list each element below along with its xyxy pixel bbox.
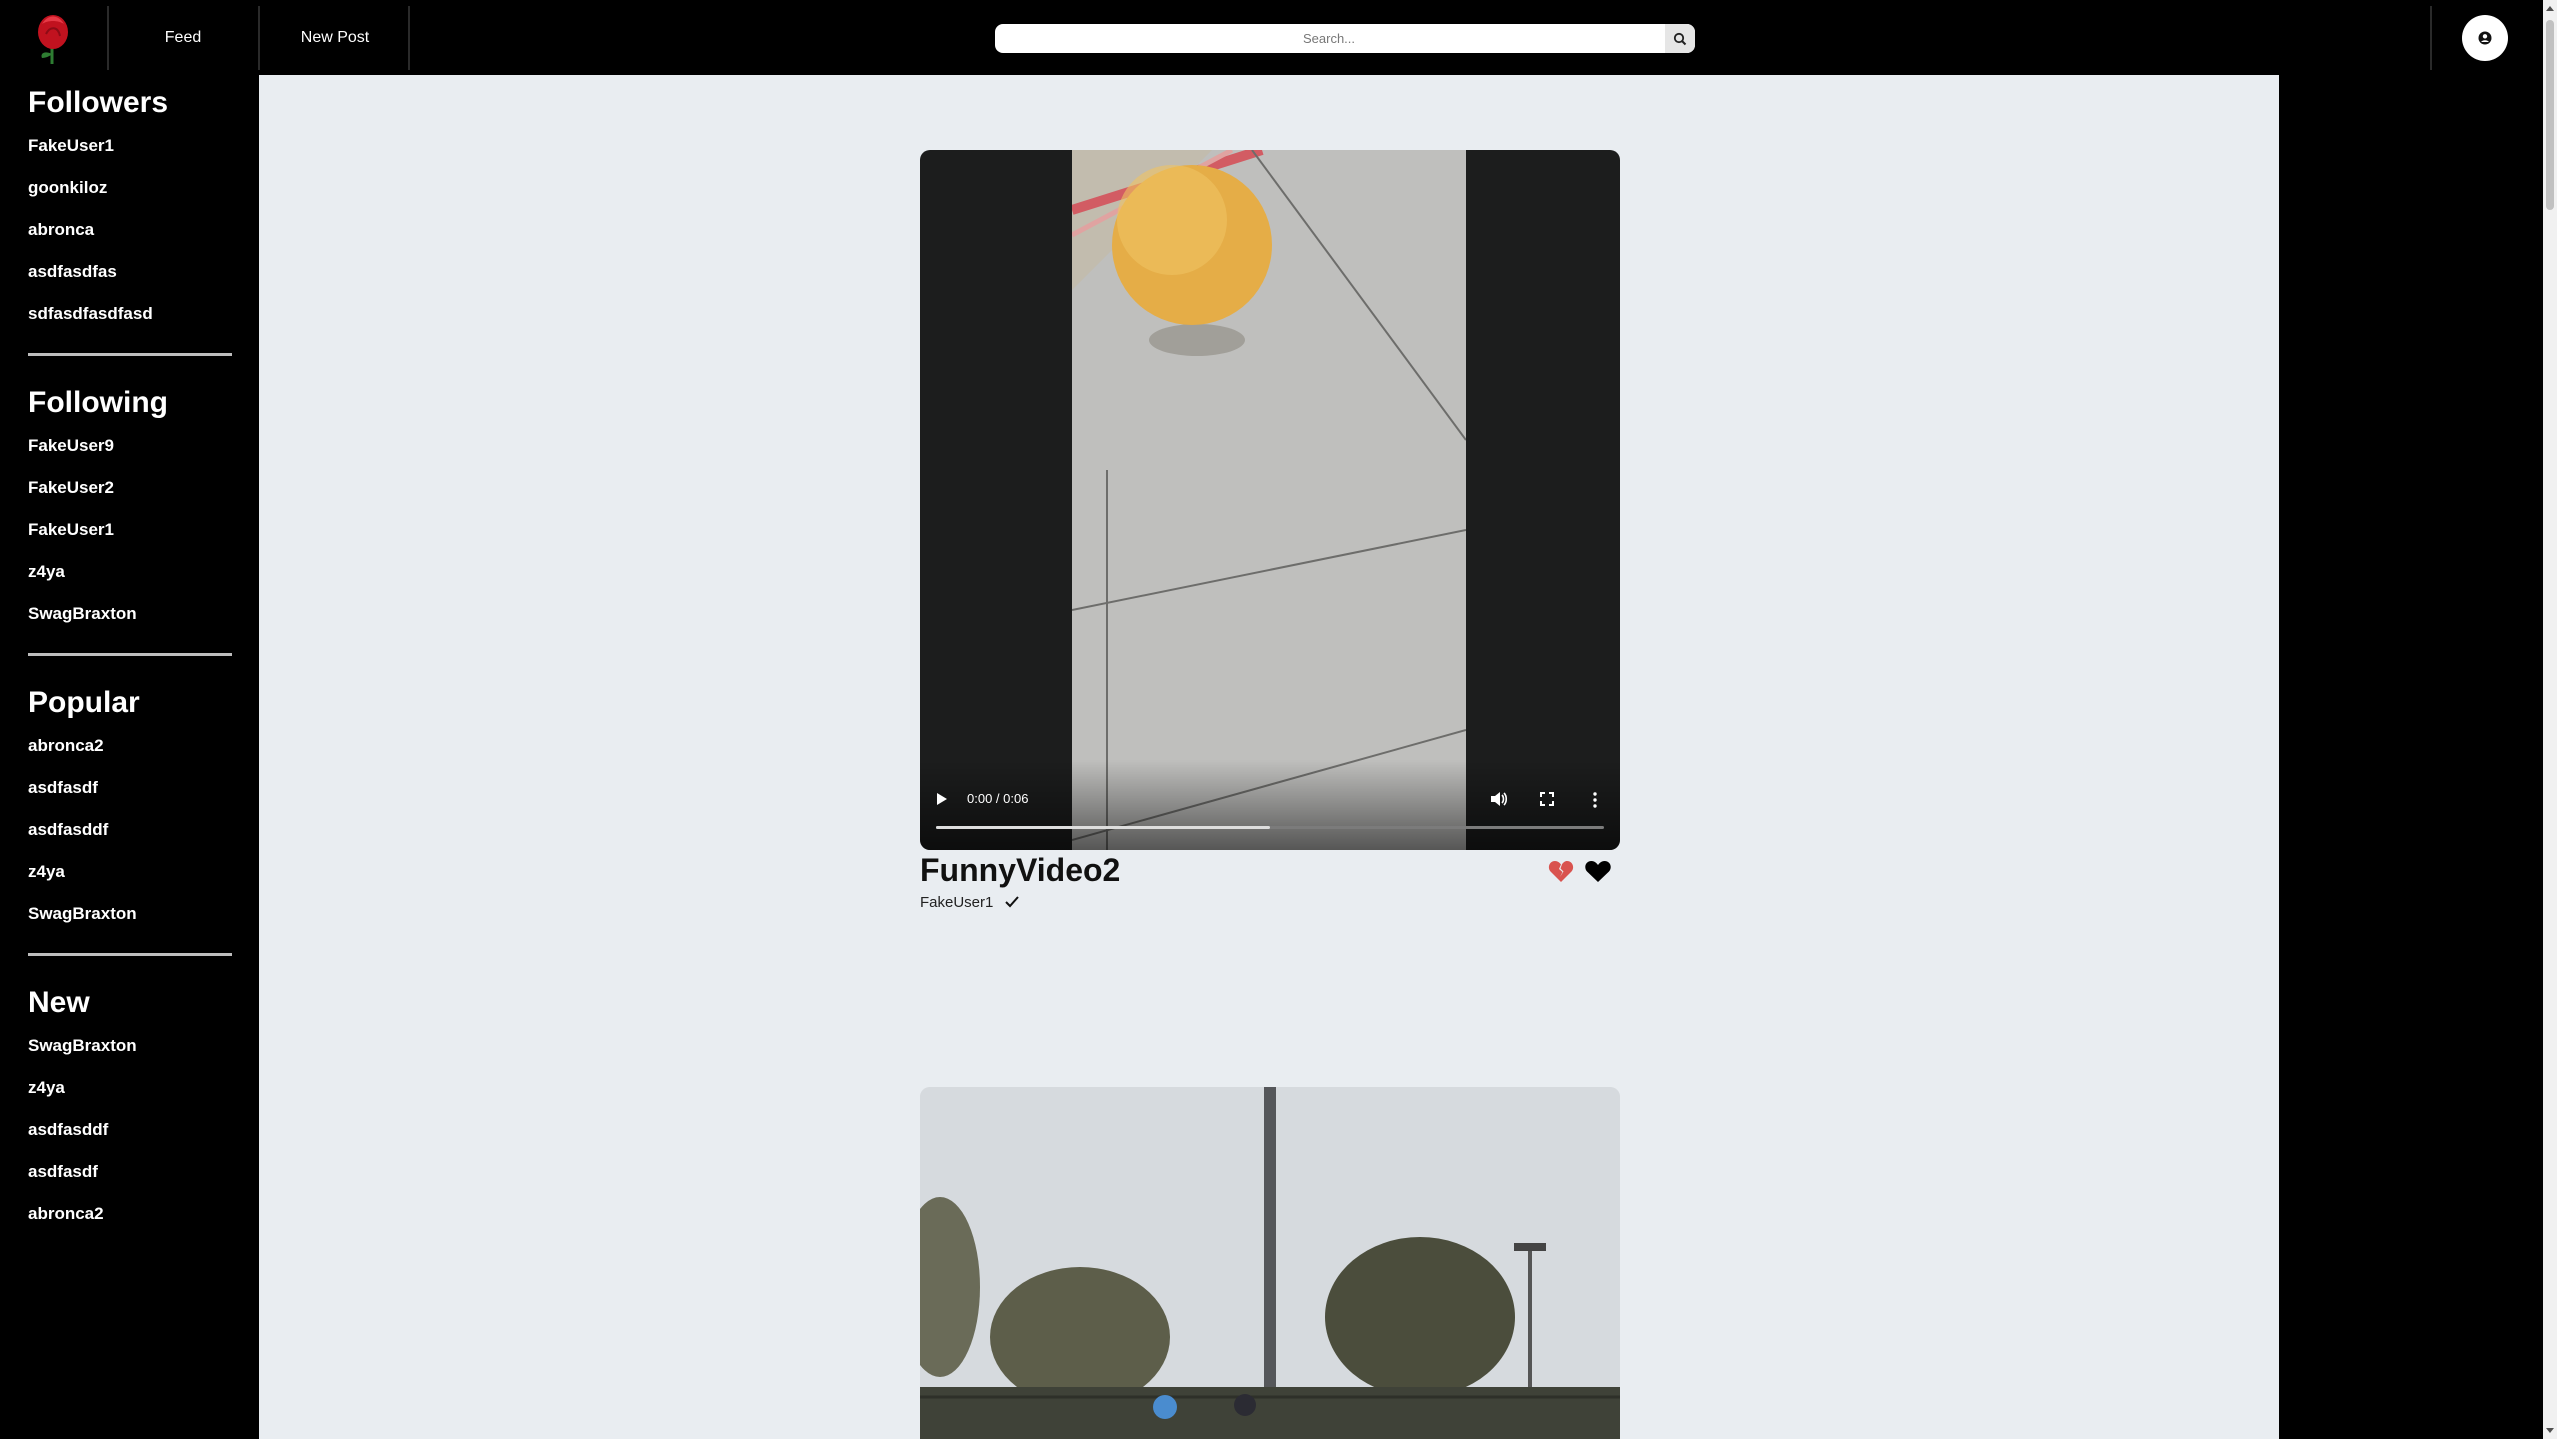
follower-item[interactable]: goonkiloz xyxy=(28,167,232,209)
section-divider xyxy=(28,953,232,956)
scroll-down-arrow-icon[interactable] xyxy=(2546,1428,2554,1433)
search-input[interactable] xyxy=(995,24,1663,53)
following-item[interactable]: FakeUser2 xyxy=(28,467,232,509)
user-circle-icon xyxy=(2478,31,2492,45)
search-button[interactable] xyxy=(1665,24,1695,53)
new-item[interactable]: abronca2 xyxy=(28,1193,232,1235)
follower-item[interactable]: FakeUser1 xyxy=(28,125,232,167)
following-item[interactable]: FakeUser1 xyxy=(28,509,232,551)
right-panel xyxy=(2279,75,2543,1439)
new-heading: New xyxy=(28,986,90,1019)
more-options-icon[interactable] xyxy=(1593,792,1597,808)
popular-item[interactable]: asdfasddf xyxy=(28,809,232,851)
fullscreen-icon[interactable] xyxy=(1540,792,1554,806)
sidebar: Followers FakeUser1 goonkiloz abronca as… xyxy=(0,75,259,1439)
popular-section: Popular abronca2 asdfasdf asdfasddf z4ya… xyxy=(28,685,232,935)
popular-item[interactable]: asdfasdf xyxy=(28,767,232,809)
nav-new-post-link[interactable]: New Post xyxy=(260,0,410,75)
nav-divider xyxy=(408,6,410,70)
scroll-thumb[interactable] xyxy=(2546,20,2554,210)
new-item[interactable]: SwagBraxton xyxy=(28,1025,232,1067)
following-item[interactable]: SwagBraxton xyxy=(28,593,232,635)
video-progress-fill xyxy=(936,826,1270,829)
following-section: Following FakeUser9 FakeUser2 FakeUser1 … xyxy=(28,385,232,635)
profile-button[interactable] xyxy=(2462,15,2508,61)
volume-icon[interactable] xyxy=(1490,791,1508,807)
video-player[interactable] xyxy=(920,150,1620,850)
video-frame xyxy=(1072,150,1466,850)
followers-section: Followers FakeUser1 goonkiloz abronca as… xyxy=(28,85,232,335)
video-player-2[interactable] xyxy=(920,1087,1620,1439)
nav-divider xyxy=(2430,6,2432,70)
scroll-up-arrow-icon[interactable] xyxy=(2546,6,2554,11)
post-title: FunnyVideo2 xyxy=(920,852,1121,888)
post-author-link[interactable]: FakeUser1 xyxy=(920,894,993,911)
following-item[interactable]: FakeUser9 xyxy=(28,425,232,467)
follower-item[interactable]: sdfasdfasdfasd xyxy=(28,293,232,335)
page-scrollbar[interactable] xyxy=(2543,0,2557,1439)
followers-heading: Followers xyxy=(28,86,169,119)
popular-heading: Popular xyxy=(28,686,140,719)
new-item[interactable]: asdfasdf xyxy=(28,1151,232,1193)
like-heart-icon[interactable] xyxy=(1584,859,1612,883)
section-divider xyxy=(28,353,232,356)
video-progress-bar[interactable] xyxy=(936,826,1604,829)
top-navbar: Feed New Post xyxy=(0,0,2543,75)
new-item[interactable]: asdfasddf xyxy=(28,1109,232,1151)
popular-item[interactable]: SwagBraxton xyxy=(28,893,232,935)
nav-feed-link[interactable]: Feed xyxy=(108,0,258,75)
popular-item[interactable]: abronca2 xyxy=(28,725,232,767)
dislike-broken-heart-icon[interactable] xyxy=(1548,859,1574,883)
search-icon xyxy=(1673,32,1687,45)
verified-check-icon xyxy=(1005,896,1019,908)
play-icon[interactable] xyxy=(936,792,948,806)
new-section: New SwagBraxton z4ya asdfasddf asdfasdf … xyxy=(28,985,232,1235)
following-item[interactable]: z4ya xyxy=(28,551,232,593)
follower-item[interactable]: abronca xyxy=(28,209,232,251)
rose-logo-icon[interactable] xyxy=(32,10,74,66)
section-divider xyxy=(28,653,232,656)
popular-item[interactable]: z4ya xyxy=(28,851,232,893)
following-heading: Following xyxy=(28,386,168,419)
search-bar xyxy=(995,24,1695,53)
new-item[interactable]: z4ya xyxy=(28,1067,232,1109)
video-time: 0:00 / 0:06 xyxy=(967,791,1029,806)
follower-item[interactable]: asdfasdfas xyxy=(28,251,232,293)
